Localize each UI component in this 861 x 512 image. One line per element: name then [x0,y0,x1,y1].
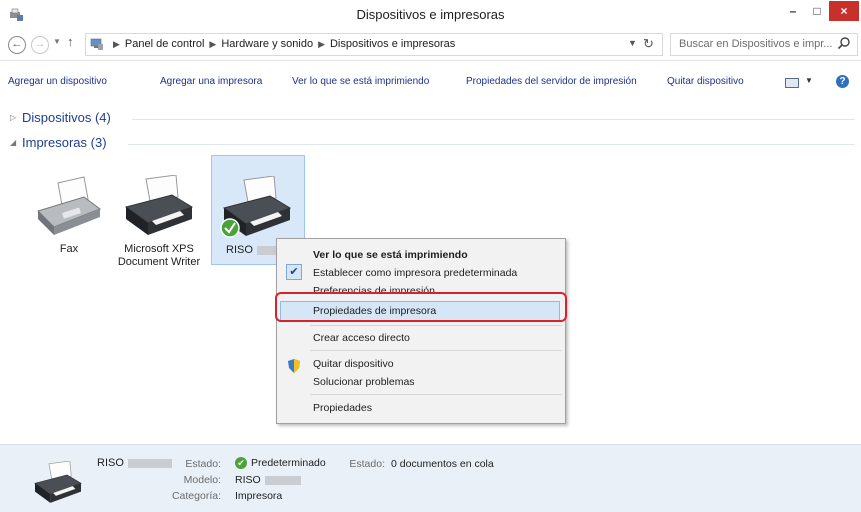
search-icon[interactable] [837,36,851,50]
remove-device-button[interactable]: Quitar dispositivo [667,76,744,87]
group-printers-label[interactable]: Impresoras (3) [22,135,107,150]
redacted-model [264,475,301,485]
maximize-button[interactable]: □ [806,1,828,21]
search-box[interactable] [670,33,858,56]
details-category-label: Categoría: [171,490,221,502]
recent-locations-dropdown-icon[interactable]: ▼ [53,37,61,46]
riso-printer-thumbnail-icon [34,461,82,503]
breadcrumb-separator-icon: ▶ [318,39,325,49]
menu-item-create-shortcut[interactable]: Crear acceso directo [313,332,410,344]
default-check-icon: ✔ [235,457,247,470]
breadcrumb-separator-icon: ▶ [209,39,217,49]
highlight-box [275,292,567,322]
group-devices[interactable]: ▷ Dispositivos (4) [10,110,855,128]
refresh-icon[interactable]: ↻ [643,36,654,52]
breadcrumb-hardware-sound[interactable]: Hardware y sonido [221,38,313,50]
printer-label: Fax [59,243,79,255]
details-category-value: Impresora [235,490,283,502]
see-printing-button[interactable]: Ver lo que se está imprimiendo [292,76,429,87]
riso-printer-icon [220,176,292,238]
menu-separator [310,350,562,351]
minimize-button[interactable]: – [781,1,805,21]
command-bar: Agregar un dispositivo Agregar una impre… [0,70,861,94]
shield-icon [288,359,300,373]
close-button[interactable]: × [829,1,859,21]
fax-icon [37,176,102,235]
details-state-label: Estado: [185,458,221,470]
address-bar: ← → ▼ ↑ ▶ Panel de control ▶ Hardware y son… [0,28,861,61]
up-arrow-icon[interactable]: ↑ [67,34,74,49]
back-button[interactable]: ← [8,36,26,54]
menu-item-remove-device[interactable]: Quitar dispositivo [313,358,394,370]
breadcrumb-control-panel[interactable]: Panel de control [125,38,205,50]
group-printers[interactable]: ◢ Impresoras (3) [10,135,855,153]
printer-item-xps[interactable]: Microsoft XPS Document Writer [114,155,204,268]
xps-printer-icon [124,175,194,235]
forward-button[interactable]: → [31,36,49,54]
menu-separator [310,325,562,326]
control-panel-icon [90,38,103,50]
add-device-button[interactable]: Agregar un dispositivo [8,76,107,87]
window-title: Dispositivos e impresoras [356,7,505,22]
details-queue-value: 0 documentos en cola [391,458,494,470]
add-printer-button[interactable]: Agregar una impresora [160,76,262,87]
help-button[interactable]: ? [836,75,849,88]
checkmark-icon: ✔ [286,264,302,280]
breadcrumb[interactable]: ▶ Panel de control ▶ Hardware y sonido ▶ Disp… [85,33,663,56]
details-model-label: Modelo: [183,474,221,486]
group-divider [132,119,855,120]
expand-arrow-icon[interactable]: ▷ [10,113,16,122]
details-queue-label: Estado: [349,458,385,470]
details-pane: RISO Estado: ✔ Predeterminado Estado: 0 d… [0,444,861,512]
title-bar: Dispositivos e impresoras – □ × [0,0,861,29]
context-menu: Ver lo que se está imprimiendo ✔ Estable… [276,238,566,424]
group-devices-label[interactable]: Dispositivos (4) [22,110,111,125]
printer-item-fax[interactable]: Fax [24,155,114,265]
group-divider [128,144,855,145]
collapse-arrow-icon[interactable]: ◢ [10,138,16,147]
breadcrumb-separator-icon: ▶ [113,39,120,49]
printer-label: Microsoft XPS Document Writer [117,243,201,268]
change-view-icon[interactable] [785,78,799,88]
details-model-value: RISO [235,474,301,486]
redacted-name [127,458,172,468]
details-device-name: RISO [97,457,172,469]
menu-item-properties[interactable]: Propiedades [313,402,372,414]
menu-item-set-default[interactable]: Establecer como impresora predeterminada [313,267,517,279]
address-dropdown-icon[interactable]: ▼ [628,38,637,48]
breadcrumb-devices-printers[interactable]: Dispositivos e impresoras [330,38,455,50]
print-server-properties-button[interactable]: Propiedades del servidor de impresión [466,76,637,87]
menu-item-see-printing[interactable]: Ver lo que se está imprimiendo [313,249,468,261]
menu-item-troubleshoot[interactable]: Solucionar problemas [313,376,415,388]
search-input[interactable] [675,36,838,52]
view-options-dropdown-icon[interactable]: ▼ [805,76,813,85]
details-state-value: ✔ Predeterminado [235,457,326,470]
menu-separator [310,394,562,395]
